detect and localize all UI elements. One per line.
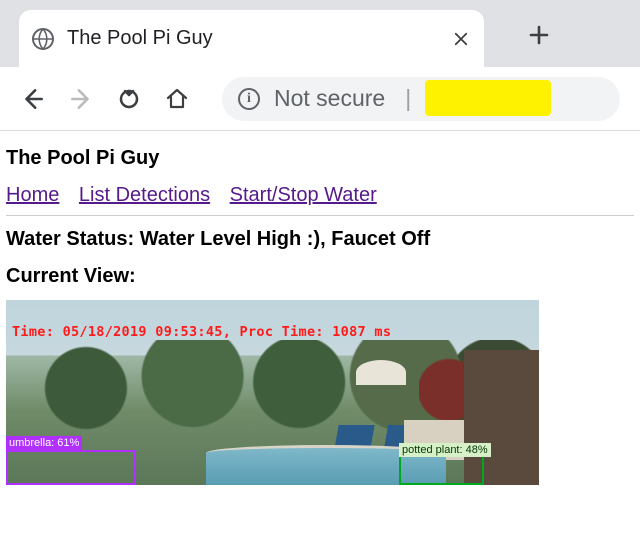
detection-box-umbrella: umbrella: 61%	[6, 450, 136, 485]
browser-tab[interactable]: The Pool Pi Guy	[19, 10, 484, 67]
timestamp-overlay: Time: 05/18/2019 09:53:45, Proc Time: 10…	[12, 324, 391, 340]
divider	[6, 215, 634, 216]
link-list-detections[interactable]: List Detections	[79, 184, 210, 206]
tab-title: The Pool Pi Guy	[67, 27, 438, 50]
detection-label-umbrella: umbrella: 61%	[6, 436, 82, 450]
current-view-heading: Current View:	[6, 265, 634, 288]
new-tab-button[interactable]	[524, 20, 554, 50]
page-title: The Pool Pi Guy	[6, 147, 634, 170]
address-separator: |	[405, 85, 411, 112]
camera-view: Time: 05/18/2019 09:53:45, Proc Time: 10…	[6, 300, 539, 485]
globe-icon	[31, 27, 55, 51]
page-content: The Pool Pi Guy Home List Detections Sta…	[0, 131, 640, 485]
forward-button[interactable]	[68, 86, 94, 112]
link-start-stop-water[interactable]: Start/Stop Water	[230, 184, 377, 206]
detection-box-potted-plant: potted plant: 48%	[399, 455, 484, 485]
browser-toolbar: i Not secure |	[0, 67, 640, 131]
link-home[interactable]: Home	[6, 184, 59, 206]
security-label: Not secure	[274, 85, 385, 112]
address-bar[interactable]: i Not secure |	[222, 77, 620, 121]
browser-tab-strip: The Pool Pi Guy	[0, 0, 640, 67]
detection-label-potted-plant: potted plant: 48%	[399, 443, 491, 457]
water-status: Water Status: Water Level High :), Fauce…	[6, 228, 634, 251]
close-icon[interactable]	[450, 28, 472, 50]
back-button[interactable]	[20, 86, 46, 112]
nav-links: Home List Detections Start/Stop Water	[6, 184, 634, 207]
reload-button[interactable]	[116, 86, 142, 112]
redacted-url	[431, 84, 541, 114]
home-button[interactable]	[164, 86, 190, 112]
info-icon[interactable]: i	[238, 88, 260, 110]
